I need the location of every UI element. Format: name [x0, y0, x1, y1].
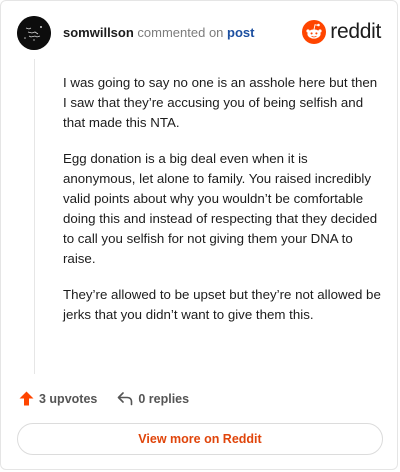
embedded-comment-card: somwillson commented on post reddit I wa… [0, 0, 398, 470]
commented-on-text: commented on [137, 25, 224, 40]
comment-actions: 3 upvotes 0 replies [19, 391, 189, 406]
reddit-brand-link[interactable]: reddit [302, 20, 381, 44]
upvotes-count: 3 upvotes [39, 391, 98, 406]
reddit-snoo-icon [302, 20, 327, 44]
username-link[interactable]: somwillson [63, 25, 134, 40]
avatar-image [17, 16, 51, 50]
thread-line [34, 59, 35, 374]
reply-arrow-icon [118, 391, 133, 405]
upvote-arrow-icon[interactable] [19, 391, 34, 406]
comment-body: I was going to say no one is an asshole … [63, 73, 383, 341]
replies-count: 0 replies [138, 391, 190, 406]
post-link[interactable]: post [227, 25, 254, 40]
replies-button[interactable]: 0 replies [117, 392, 189, 406]
reddit-wordmark: reddit [330, 20, 381, 43]
comment-header: somwillson commented on post [63, 25, 255, 40]
comment-paragraph: They’re allowed to be upset but they’re … [63, 287, 381, 322]
comment-paragraph: Egg donation is a big deal even when it … [63, 151, 378, 266]
view-more-button[interactable]: View more on Reddit [17, 423, 383, 455]
avatar[interactable] [17, 16, 51, 50]
comment-paragraph: I was going to say no one is an asshole … [63, 75, 378, 130]
